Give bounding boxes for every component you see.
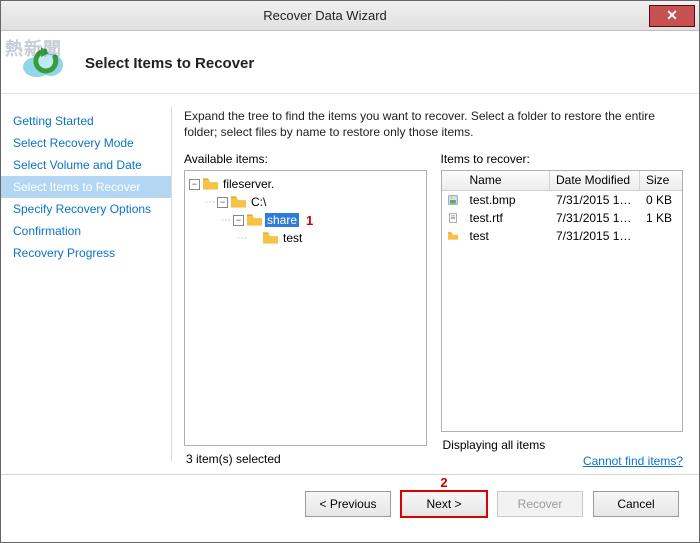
tree-line: ⋯ — [221, 215, 230, 226]
items-to-recover-pane: Items to recover: Name Date Modified Siz… — [441, 152, 684, 468]
expander-icon[interactable]: − — [189, 179, 200, 190]
folder-icon — [247, 214, 262, 226]
available-items-tree[interactable]: − fileserver. ⋯ − C:\ ⋯ − — [184, 170, 427, 446]
items-to-recover-label: Items to recover: — [441, 152, 684, 166]
next-button[interactable]: Next > — [401, 491, 487, 517]
display-status: Displaying all items — [443, 438, 682, 452]
cell-date: 7/31/2015 12:1... — [550, 229, 640, 243]
tree-spacer — [249, 233, 260, 244]
wizard-footer: < Previous 2 Next > Recover Cancel — [1, 474, 699, 517]
wizard-steps-sidebar: Getting Started Select Recovery Mode Sel… — [1, 94, 171, 474]
folder-icon — [263, 232, 278, 244]
cell-name: test.rtf — [464, 211, 551, 225]
tree-node-root[interactable]: − fileserver. — [189, 175, 422, 193]
wizard-header: Select Items to Recover — [1, 31, 699, 94]
step-getting-started[interactable]: Getting Started — [1, 110, 171, 132]
close-icon: ✕ — [666, 7, 678, 24]
cell-date: 7/31/2015 12:1... — [550, 211, 640, 225]
step-select-volume-date[interactable]: Select Volume and Date — [1, 154, 171, 176]
window-title: Recover Data Wizard — [1, 8, 649, 23]
grid-header[interactable]: Name Date Modified Size — [442, 171, 683, 191]
main-panel: Expand the tree to find the items you wa… — [172, 94, 699, 474]
bmp-file-icon — [442, 193, 464, 207]
step-specify-recovery-options[interactable]: Specify Recovery Options — [1, 198, 171, 220]
expander-icon[interactable]: − — [233, 215, 244, 226]
tree-node-share[interactable]: ⋯ − share 1 — [221, 211, 422, 229]
tree-line: ⋯ — [237, 233, 246, 244]
grid-row[interactable]: test.rtf 7/31/2015 12:1... 1 KB — [442, 209, 683, 227]
step-select-items[interactable]: Select Items to Recover — [1, 176, 171, 198]
column-name[interactable]: Name — [464, 171, 551, 190]
tree-label-selected: share — [265, 213, 299, 227]
grid-row[interactable]: test 7/31/2015 12:1... — [442, 227, 683, 245]
cell-name: test — [464, 229, 551, 243]
available-items-pane: Available items: − fileserver. ⋯ − C:\ — [184, 152, 427, 468]
tree-node-drive[interactable]: ⋯ − C:\ — [205, 193, 422, 211]
recover-button: Recover — [497, 491, 583, 517]
annotation-2: 2 — [440, 475, 447, 490]
column-size[interactable]: Size — [640, 171, 682, 190]
cloud-recover-icon — [19, 45, 67, 81]
instructions-text: Expand the tree to find the items you wa… — [184, 108, 683, 140]
cancel-button[interactable]: Cancel — [593, 491, 679, 517]
folder-icon — [231, 196, 246, 208]
expander-icon[interactable]: − — [217, 197, 228, 208]
tree-label: test — [281, 231, 304, 245]
grid-row[interactable]: test.bmp 7/31/2015 12:1... 0 KB — [442, 191, 683, 209]
cell-date: 7/31/2015 12:1... — [550, 193, 640, 207]
step-recovery-progress[interactable]: Recovery Progress — [1, 242, 171, 264]
cannot-find-items-link[interactable]: Cannot find items? — [441, 454, 684, 468]
folder-icon — [203, 178, 218, 190]
tree-node-test[interactable]: ⋯ test — [237, 229, 422, 247]
tree-label: C:\ — [249, 195, 268, 209]
wizard-body: Getting Started Select Recovery Mode Sel… — [1, 94, 699, 474]
selected-count-status: 3 item(s) selected — [186, 452, 425, 466]
cell-name: test.bmp — [464, 193, 551, 207]
tree-label: fileserver. — [221, 177, 276, 191]
tree-line: ⋯ — [205, 197, 214, 208]
step-select-recovery-mode[interactable]: Select Recovery Mode — [1, 132, 171, 154]
close-button[interactable]: ✕ — [649, 5, 695, 27]
column-date-modified[interactable]: Date Modified — [550, 171, 640, 190]
folder-icon — [442, 230, 464, 242]
step-confirmation[interactable]: Confirmation — [1, 220, 171, 242]
previous-button[interactable]: < Previous — [305, 491, 391, 517]
page-title: Select Items to Recover — [85, 55, 254, 72]
cell-size: 1 KB — [640, 211, 682, 225]
available-items-label: Available items: — [184, 152, 427, 166]
annotation-1: 1 — [306, 213, 313, 228]
title-bar: Recover Data Wizard ✕ — [1, 1, 699, 31]
cell-size: 0 KB — [640, 193, 682, 207]
items-to-recover-grid[interactable]: Name Date Modified Size test.bmp 7/31/20… — [441, 170, 684, 432]
rtf-file-icon — [442, 211, 464, 225]
